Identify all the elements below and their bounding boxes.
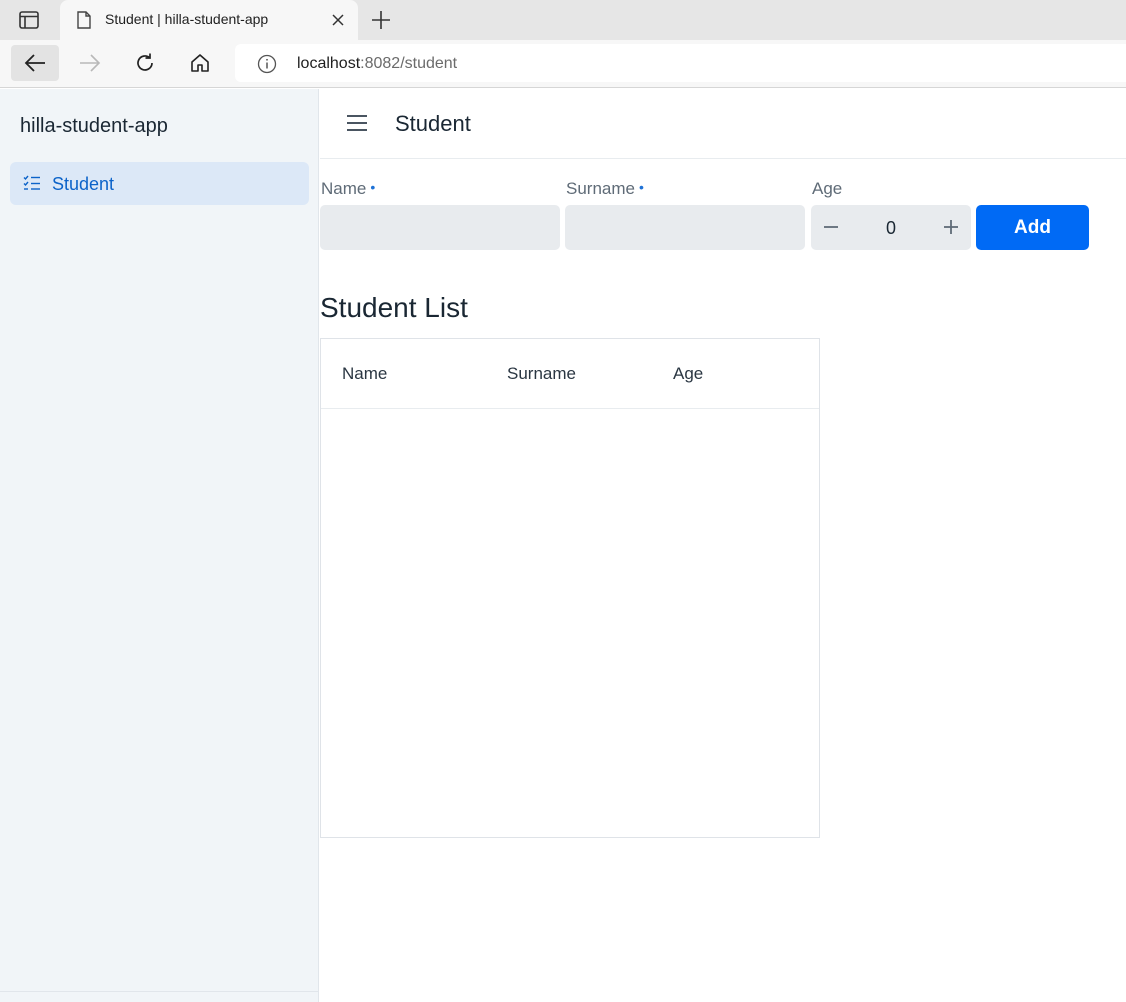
browser-toolbar: localhost:8082/student: [0, 40, 1126, 88]
surname-input[interactable]: [565, 205, 805, 250]
tab-actions-icon: [19, 11, 39, 29]
student-grid[interactable]: Name Surname Age: [320, 338, 820, 838]
browser-tab-strip: Student | hilla-student-app: [0, 0, 1126, 40]
age-field-label: Age: [812, 179, 843, 198]
required-indicator: •: [370, 179, 376, 195]
age-value[interactable]: 0: [851, 218, 931, 239]
arrow-left-icon: [24, 54, 45, 72]
name-input[interactable]: [320, 205, 560, 250]
app-drawer: hilla-student-app Student: [0, 89, 319, 1002]
close-icon: [332, 14, 344, 26]
info-icon[interactable]: [256, 53, 278, 75]
tab-title: Student | hilla-student-app: [105, 11, 269, 27]
surname-field-label: Surname •: [566, 179, 644, 199]
student-list-title: Student List: [320, 292, 468, 323]
tab-actions-button[interactable]: [12, 8, 46, 32]
app-navbar: Student: [320, 89, 1126, 159]
sidebar-item-label: Student: [52, 174, 115, 194]
required-indicator: •: [638, 179, 644, 195]
decrease-age-button[interactable]: [817, 213, 845, 241]
sidebar-item-student[interactable]: Student: [10, 162, 309, 205]
home-icon: [191, 54, 209, 72]
column-header-name[interactable]: Name: [342, 364, 387, 384]
checklist-icon: [22, 173, 42, 193]
back-button[interactable]: [11, 45, 59, 81]
column-header-age[interactable]: Age: [673, 364, 703, 384]
arrow-right-icon: [80, 54, 101, 72]
forward-button[interactable]: [66, 45, 114, 81]
drawer-divider: [0, 991, 319, 992]
address-url[interactable]: localhost:8082/student: [297, 55, 457, 73]
column-header-surname[interactable]: Surname: [507, 364, 576, 384]
address-host: localhost: [297, 55, 361, 72]
minus-icon: [824, 226, 838, 228]
hamburger-menu-icon: [347, 115, 367, 131]
name-label-text: Name: [321, 179, 367, 198]
grid-header-row: Name Surname Age: [321, 339, 819, 409]
plus-icon: [944, 220, 958, 234]
address-bar[interactable]: localhost:8082/student: [235, 44, 1126, 82]
reload-button[interactable]: [121, 45, 169, 81]
name-field-label: Name •: [321, 179, 375, 199]
page-title: Student: [395, 111, 471, 136]
browser-tab-active[interactable]: Student | hilla-student-app: [60, 0, 358, 40]
drawer-toggle-button[interactable]: [342, 109, 372, 137]
address-path: :8082/student: [360, 55, 458, 72]
age-stepper[interactable]: 0: [811, 205, 971, 250]
add-button[interactable]: Add: [976, 205, 1089, 250]
page-icon: [74, 10, 94, 30]
surname-label-text: Surname: [566, 179, 635, 198]
app-name: hilla-student-app: [20, 115, 168, 137]
increase-age-button[interactable]: [937, 213, 965, 241]
reload-icon: [137, 53, 153, 71]
tab-close-button[interactable]: [328, 10, 348, 30]
plus-icon: [372, 11, 390, 29]
home-button[interactable]: [176, 45, 224, 81]
new-tab-button[interactable]: [368, 8, 394, 32]
